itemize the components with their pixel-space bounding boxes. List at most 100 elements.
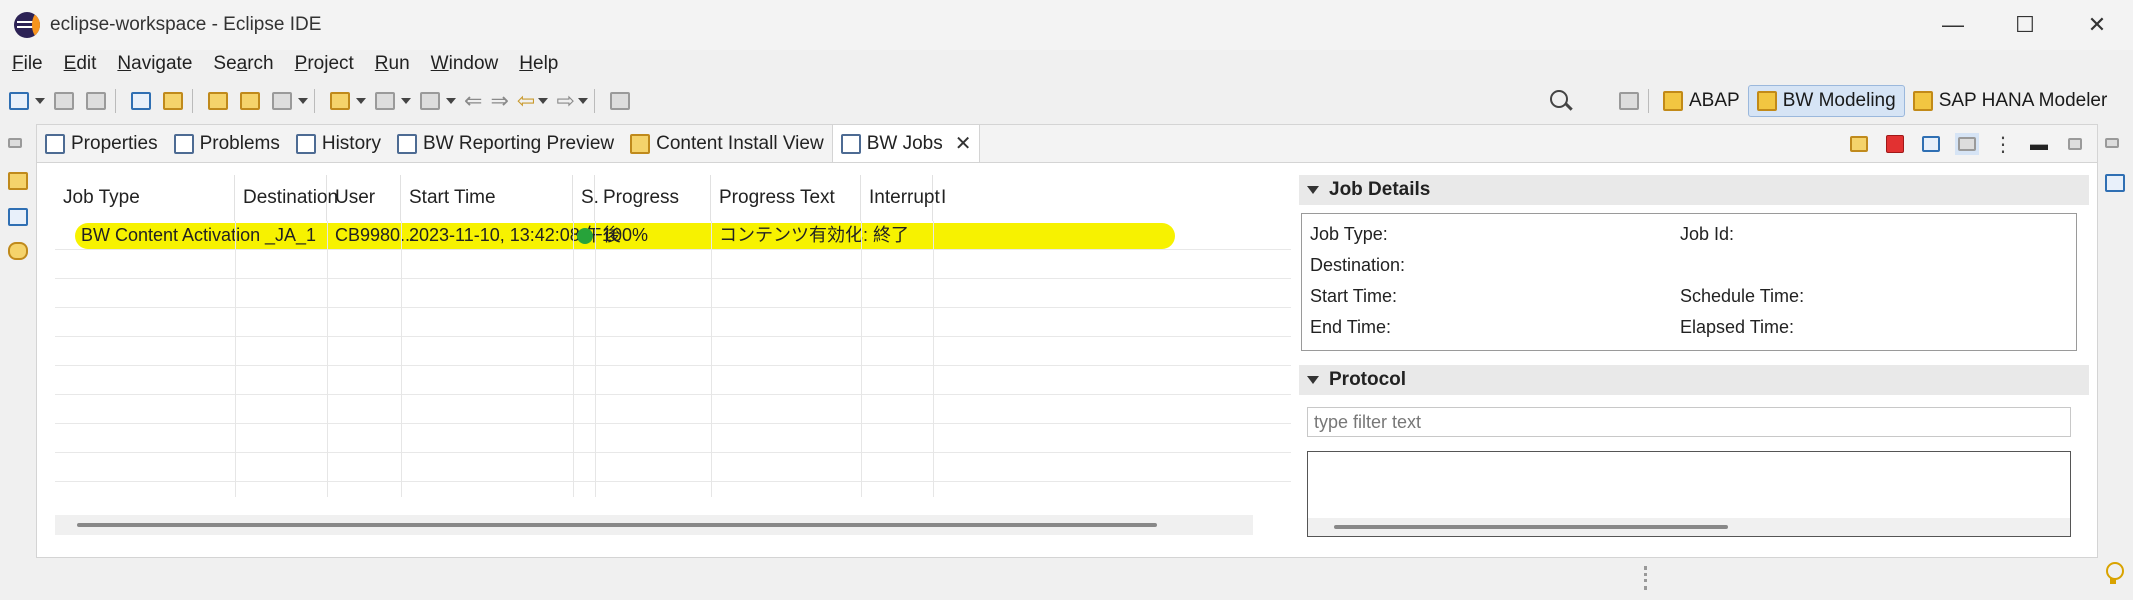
- menu-run[interactable]: Run: [363, 53, 419, 75]
- column-divider: [711, 221, 712, 497]
- tab-problems[interactable]: Problems: [166, 125, 288, 162]
- tab-bw-jobs[interactable]: BW Jobs ✕: [831, 125, 981, 162]
- perspective-abap[interactable]: ABAP: [1655, 85, 1748, 117]
- menu-help[interactable]: Help: [507, 53, 567, 75]
- open-perspective-icon[interactable]: [1616, 89, 1642, 113]
- stop-icon[interactable]: [1883, 133, 1907, 155]
- search-icon[interactable]: [1548, 88, 1574, 114]
- column-divider: [401, 221, 402, 497]
- column-destination[interactable]: Destination: [235, 175, 338, 221]
- table-row: [55, 337, 1291, 366]
- restore-right-icon[interactable]: [2105, 138, 2125, 150]
- menu-navigate[interactable]: Navigate: [105, 53, 201, 75]
- perspective-switcher: ABAP BW Modeling SAP HANA Modeler: [1610, 84, 2115, 118]
- properties-trim-icon[interactable]: [2105, 174, 2125, 194]
- scrollbar-thumb[interactable]: [77, 523, 1157, 527]
- minimize-view-icon[interactable]: ▬: [2027, 133, 2051, 155]
- minimize-button[interactable]: —: [1917, 0, 1989, 50]
- column-user[interactable]: User: [327, 175, 401, 221]
- status-bar-grip[interactable]: [1644, 566, 1648, 590]
- lightbulb-icon[interactable]: [2104, 562, 2124, 586]
- table-horizontal-scrollbar[interactable]: [55, 515, 1253, 535]
- new-icon[interactable]: [6, 89, 32, 113]
- table-row: [55, 308, 1291, 337]
- protocol-filter-input[interactable]: [1307, 407, 2071, 437]
- back-icon[interactable]: ⇦: [517, 88, 535, 114]
- menu-file[interactable]: File: [0, 53, 52, 75]
- title-bar: eclipse-workspace - Eclipse IDE — ☐ ✕: [0, 0, 2133, 50]
- refresh-icon[interactable]: [1847, 133, 1871, 155]
- problems-icon: [173, 133, 194, 154]
- transport-icon[interactable]: [237, 89, 263, 113]
- table-row: [55, 424, 1291, 453]
- new-dropdown-icon[interactable]: [35, 98, 45, 104]
- view-menu-icon[interactable]: ⋮: [1991, 133, 2015, 156]
- menu-project[interactable]: Project: [283, 53, 363, 75]
- column-interrupt[interactable]: Interrupt: [861, 175, 940, 221]
- layout-toggle-icon[interactable]: [1955, 133, 1979, 155]
- back-dropdown-icon[interactable]: [538, 98, 549, 104]
- last-edit-icon: ⇐: [464, 88, 483, 113]
- bw-project-icon[interactable]: [160, 89, 186, 113]
- pin-dropdown-icon[interactable]: [356, 98, 366, 104]
- cell-user: CB9980...: [335, 225, 416, 245]
- table-row: [55, 250, 1291, 279]
- pin-icon[interactable]: [327, 89, 353, 113]
- forward-icon: ⇨: [556, 88, 575, 113]
- close-window-button[interactable]: ✕: [2061, 0, 2133, 50]
- maximize-button[interactable]: ☐: [1989, 0, 2061, 50]
- job-details-header[interactable]: Job Details: [1299, 175, 2089, 205]
- outline-icon[interactable]: [8, 208, 28, 228]
- open-object-icon[interactable]: [205, 89, 231, 113]
- restore-icon[interactable]: [8, 138, 28, 150]
- label-job-id: Job Id:: [1680, 224, 1735, 244]
- tab-properties[interactable]: Properties: [37, 125, 166, 162]
- menu-window[interactable]: Window: [419, 53, 508, 75]
- next-annotation-icon: [372, 89, 398, 113]
- forward-dropdown-icon: [577, 98, 588, 104]
- menu-bar: File Edit Navigate Search Project Run Wi…: [0, 50, 567, 78]
- maximize-view-icon[interactable]: [2063, 133, 2087, 155]
- scrollbar-thumb[interactable]: [1334, 525, 1728, 529]
- protocol-log-box[interactable]: [1307, 451, 2071, 537]
- reporting-preview-icon: [396, 133, 417, 154]
- column-start-time[interactable]: Start Time: [401, 175, 573, 221]
- project-explorer-icon[interactable]: [8, 172, 28, 192]
- column-divider: [573, 221, 574, 497]
- protocol-header[interactable]: Protocol: [1299, 365, 2089, 395]
- separator: [593, 89, 595, 113]
- debug-dropdown-icon[interactable]: [298, 98, 308, 104]
- column-divider: [235, 221, 236, 497]
- menu-search[interactable]: Search: [201, 53, 282, 75]
- repository-icon[interactable]: [8, 242, 28, 262]
- next-annotation-dropdown-icon: [401, 98, 411, 104]
- perspective-sap-hana-modeler[interactable]: SAP HANA Modeler: [1905, 85, 2116, 117]
- label-start-time: Start Time:: [1310, 286, 1398, 306]
- column-progress[interactable]: Progress: [595, 175, 711, 221]
- tab-bw-reporting-preview[interactable]: BW Reporting Preview: [389, 125, 622, 162]
- save-icon: [51, 89, 77, 113]
- tab-history[interactable]: History: [288, 125, 389, 162]
- copy-job-icon[interactable]: [1919, 133, 1943, 155]
- column-job-type[interactable]: Job Type: [55, 175, 235, 221]
- job-details-box: Job Type: Job Id: Destination: Start Tim…: [1301, 213, 2077, 351]
- perspective-bw-modeling[interactable]: BW Modeling: [1747, 85, 1905, 117]
- tab-content-install-view[interactable]: Content Install View: [622, 125, 832, 162]
- close-tab-icon[interactable]: ✕: [955, 131, 972, 156]
- window-title: eclipse-workspace - Eclipse IDE: [50, 14, 322, 35]
- table-row[interactable]: BW Content Activation _JA_1 CB9980... 20…: [55, 221, 1291, 250]
- cell-job-type: BW Content Activation: [81, 225, 261, 245]
- console-icon[interactable]: [128, 89, 154, 113]
- menu-edit[interactable]: Edit: [52, 53, 106, 75]
- debug-icon[interactable]: [269, 89, 295, 113]
- column-status[interactable]: S.: [573, 175, 599, 221]
- abap-icon: [1663, 91, 1683, 111]
- column-divider: [861, 221, 862, 497]
- column-i[interactable]: I: [933, 175, 953, 221]
- jobs-table: Job Type Destination User Start Time S. …: [55, 175, 1291, 497]
- cell-progress-text: コンテンツ有効化: 終了: [719, 225, 910, 245]
- column-progress-text[interactable]: Progress Text: [711, 175, 861, 221]
- properties-icon: [45, 133, 65, 154]
- protocol-horizontal-scrollbar[interactable]: [1308, 518, 2070, 536]
- bw-jobs-icon: [840, 133, 861, 154]
